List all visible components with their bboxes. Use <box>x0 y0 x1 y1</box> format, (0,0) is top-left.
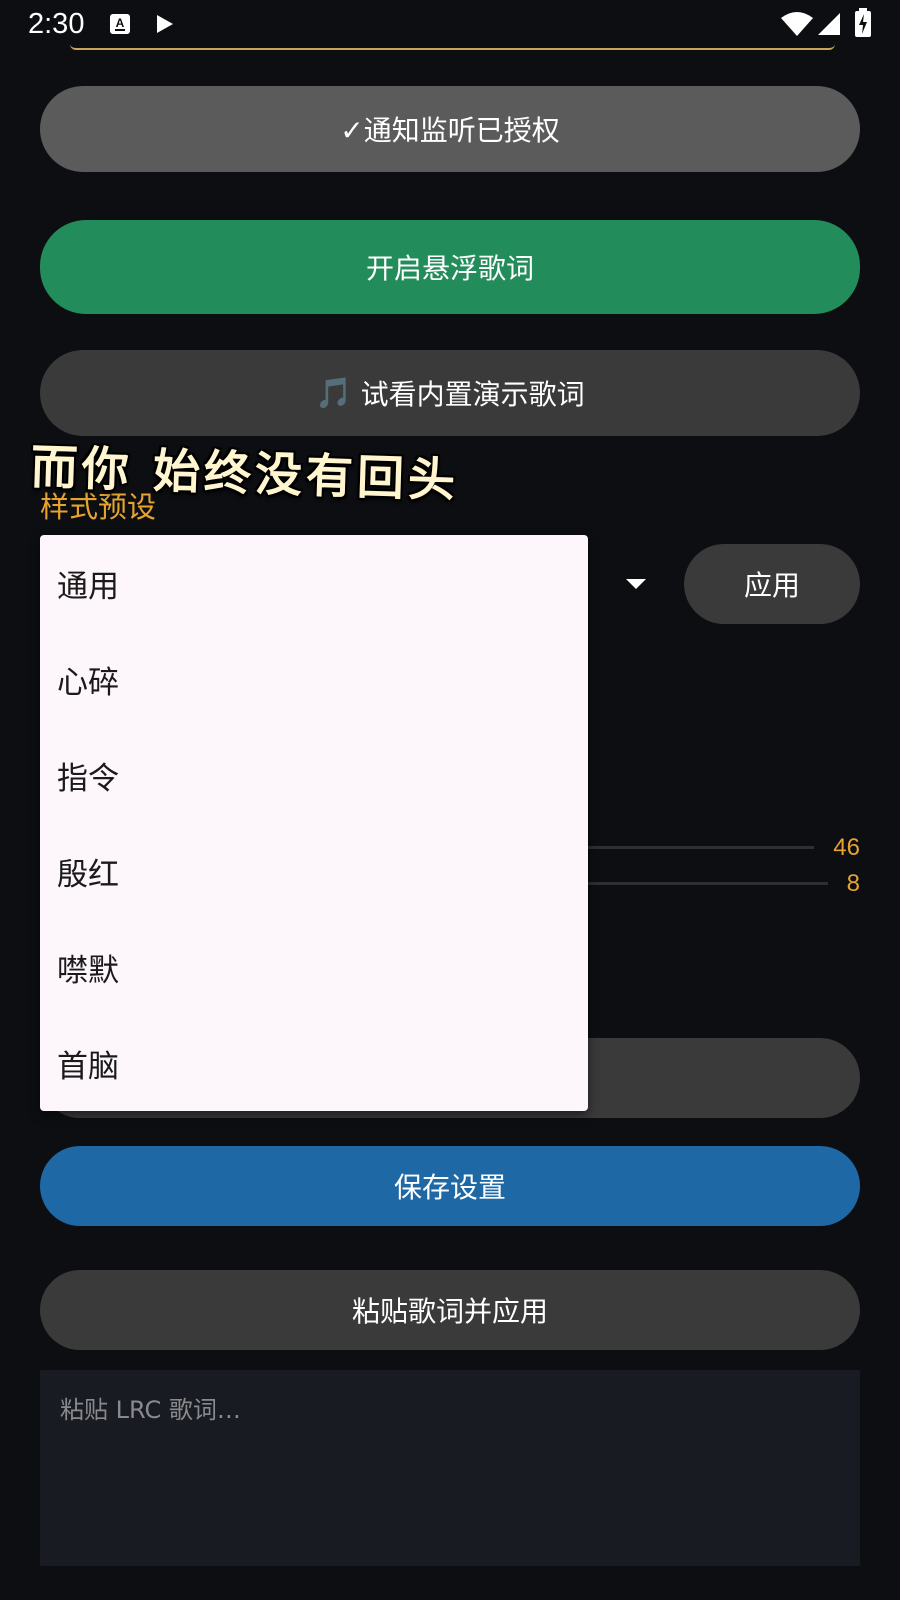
slider-track-2[interactable] <box>588 882 828 885</box>
menu-item-preset[interactable]: 首脑 <box>40 1015 588 1111</box>
card-edge-divider <box>70 44 835 50</box>
music-note-icon: 🎵 <box>315 375 353 411</box>
svg-text:A: A <box>116 16 125 30</box>
slider-track-1[interactable] <box>588 846 814 849</box>
save-settings-button[interactable]: 保存设置 <box>40 1146 860 1226</box>
play-notification-icon <box>152 12 176 40</box>
battery-charging-icon <box>854 8 872 42</box>
chevron-down-icon[interactable] <box>626 579 646 589</box>
demo-lyrics-label: 试看内置演示歌词 <box>360 378 585 411</box>
cell-signal-icon <box>817 12 841 40</box>
apply-preset-label: 应用 <box>743 569 800 602</box>
menu-item-preset[interactable]: 通用 <box>40 535 588 631</box>
notification-permission-label: ✓通知监听已授权 <box>340 114 560 147</box>
slider-value-1: 46 <box>833 834 860 861</box>
keyboard-notification-icon: A <box>108 12 132 40</box>
paste-lyrics-label: 粘贴歌词并应用 <box>351 1295 548 1328</box>
lrc-lyrics-input[interactable] <box>40 1370 860 1566</box>
menu-item-preset[interactable]: 心碎 <box>40 631 588 727</box>
style-preset-dropdown-menu: 通用 心碎 指令 殷红 噤默 首脑 <box>40 535 588 1111</box>
wifi-icon <box>780 10 814 42</box>
slider-value-2: 8 <box>846 870 860 897</box>
apply-preset-button[interactable]: 应用 <box>684 544 860 624</box>
menu-item-preset[interactable]: 噤默 <box>40 919 588 1015</box>
float-lyrics-button[interactable]: 开启悬浮歌词 <box>40 220 860 314</box>
notification-permission-button[interactable]: ✓通知监听已授权 <box>40 86 860 172</box>
menu-item-preset[interactable]: 指令 <box>40 727 588 823</box>
float-lyrics-label: 开启悬浮歌词 <box>365 252 534 285</box>
demo-lyrics-button[interactable]: 🎵 试看内置演示歌词 <box>40 350 860 436</box>
save-settings-label: 保存设置 <box>393 1171 506 1204</box>
status-bar: 2:30 A <box>0 0 900 48</box>
paste-lyrics-button[interactable]: 粘贴歌词并应用 <box>40 1270 860 1350</box>
floating-lyric-text[interactable]: 而你 始终没有回头 <box>30 428 460 510</box>
status-time: 2:30 <box>28 8 85 40</box>
menu-item-preset[interactable]: 殷红 <box>40 823 588 919</box>
